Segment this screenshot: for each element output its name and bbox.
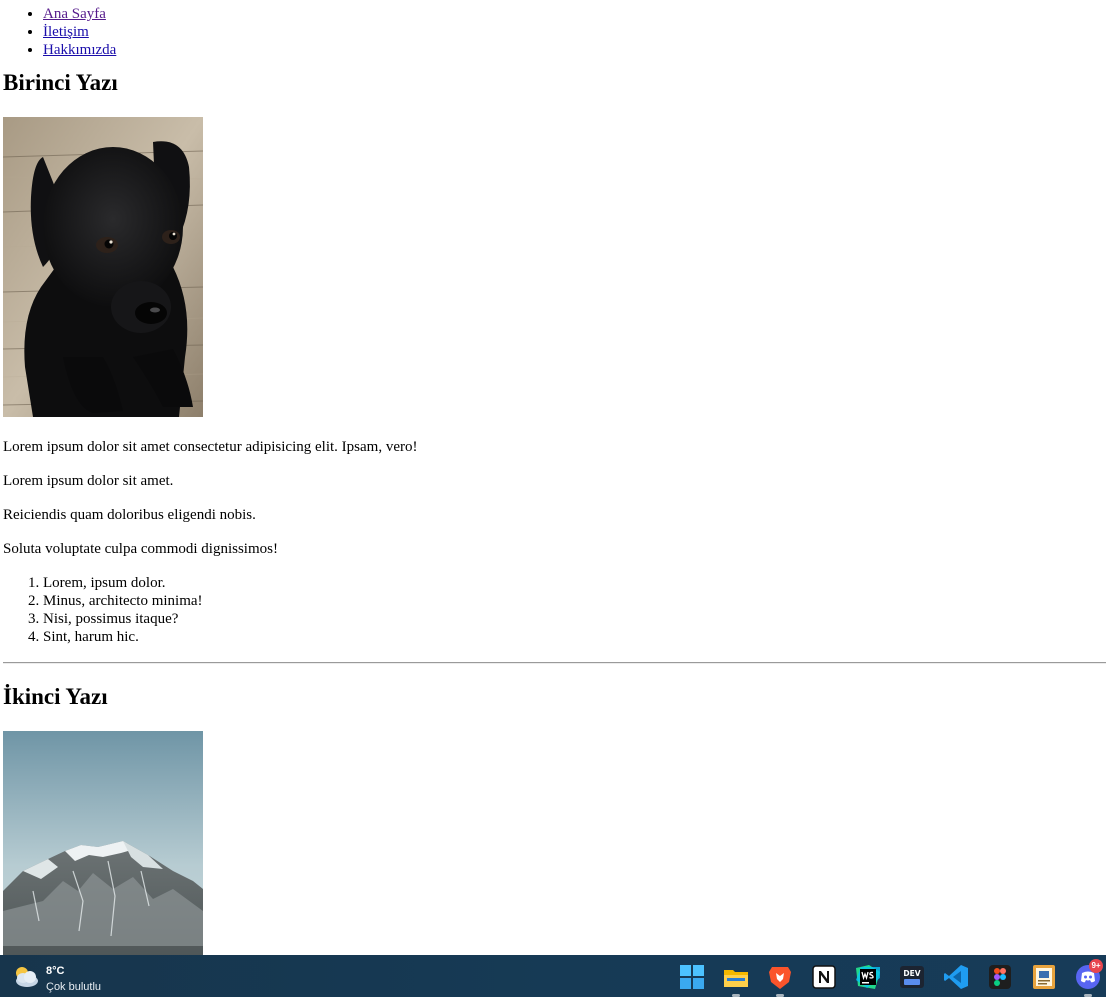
post-2-image: [3, 731, 203, 955]
windows-taskbar: 8°C Çok bulutlu DEV 9+: [0, 955, 1106, 997]
nav-link-contact[interactable]: İletişim: [43, 24, 89, 40]
nav-link-home[interactable]: Ana Sayfa: [43, 6, 106, 22]
list-item: Minus, architecto minima!: [43, 592, 1106, 610]
list-item: Nisi, possimus itaque?: [43, 610, 1106, 628]
file-explorer-icon[interactable]: [723, 964, 749, 997]
weather-temperature: 8°C: [46, 965, 65, 977]
notepad-app-icon[interactable]: [1031, 964, 1057, 990]
page-content: Ana Sayfa İletişim Hakkımızda Birinci Ya…: [0, 0, 1106, 955]
post-1-paragraph-1: Lorem ipsum dolor sit amet consectetur a…: [3, 439, 418, 455]
nav-item-contact: İletişim: [43, 23, 1106, 41]
black-puppy-photo: [3, 117, 203, 417]
post-1-paragraph-2: Lorem ipsum dolor sit amet.: [3, 473, 174, 489]
nav-item-home: Ana Sayfa: [43, 5, 1106, 23]
list-item: Lorem, ipsum dolor.: [43, 574, 1106, 592]
svg-text:DEV: DEV: [903, 969, 920, 978]
browser-viewport: Ana Sayfa İletişim Hakkımızda Birinci Ya…: [0, 0, 1106, 955]
post-1-paragraph-3: Reiciendis quam doloribus eligendi nobis…: [3, 507, 256, 523]
post-1-image: [3, 117, 203, 417]
vscode-icon[interactable]: [943, 964, 969, 990]
brave-browser-icon[interactable]: [767, 964, 793, 997]
discord-icon[interactable]: 9+: [1075, 959, 1103, 997]
post-1-ordered-list: Lorem, ipsum dolor. Minus, architecto mi…: [3, 574, 1106, 646]
vscode-logo-icon: [944, 965, 968, 989]
figma-icon[interactable]: [987, 964, 1013, 990]
post-1-title: Birinci Yazı: [3, 70, 118, 95]
nav-item-about: Hakkımızda: [43, 41, 1106, 59]
snowy-mountain-photo: [3, 731, 203, 955]
nav-link-about[interactable]: Hakkımızda: [43, 42, 116, 58]
windows-logo-icon: [680, 965, 704, 989]
cloudy-icon: [16, 967, 38, 987]
weather-condition: Çok bulutlu: [46, 981, 102, 993]
start-icon[interactable]: [679, 964, 705, 990]
section-divider: [3, 662, 1106, 664]
notepad-logo-icon: [1033, 965, 1055, 989]
dev-home-logo-icon: DEV: [900, 966, 924, 988]
post-1-paragraph-4: Soluta voluptate culpa commodi dignissim…: [3, 541, 278, 557]
notion-icon[interactable]: [811, 964, 837, 990]
list-item: Sint, harum hic.: [43, 628, 1106, 646]
webstorm-icon[interactable]: [855, 964, 881, 990]
dev-home-icon[interactable]: DEV: [899, 964, 925, 990]
figma-logo-icon: [989, 965, 1011, 989]
notification-badge: 9+: [1089, 959, 1103, 973]
weather-widget[interactable]: 8°C Çok bulutlu: [12, 963, 122, 993]
brave-lion-icon: [769, 967, 791, 989]
post-2-title: İkinci Yazı: [3, 684, 108, 709]
folder-icon: [724, 970, 748, 987]
webstorm-logo-icon: [856, 965, 880, 989]
nav-list: Ana Sayfa İletişim Hakkımızda: [3, 0, 1106, 59]
notion-logo-icon: [812, 965, 836, 989]
